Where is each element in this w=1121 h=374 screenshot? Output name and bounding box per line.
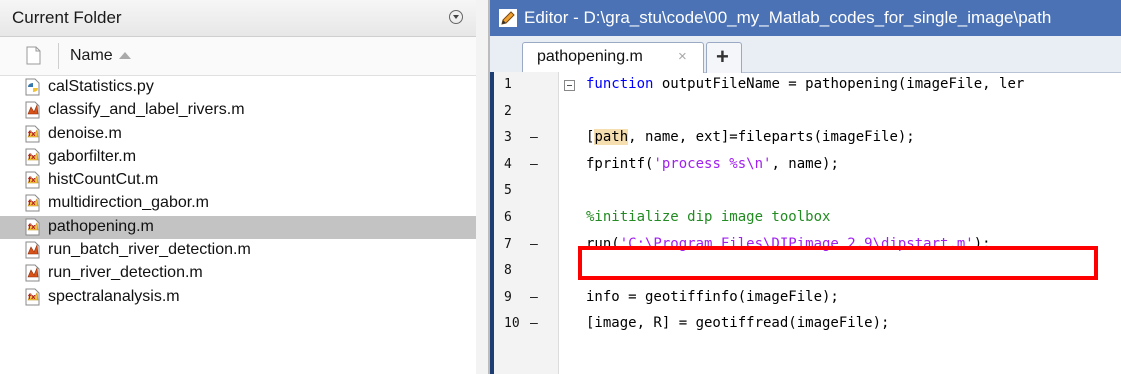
- tab-label: pathopening.m: [537, 48, 643, 65]
- line-number: 10: [504, 316, 520, 332]
- matlab-script-icon: [25, 101, 40, 119]
- breakpoint-marker[interactable]: –: [530, 157, 538, 172]
- matlab-function-icon: fx: [25, 171, 40, 189]
- code-text: [path, name, ext]=fileparts(imageFile);: [586, 129, 915, 146]
- line-number: 1: [504, 77, 512, 92]
- breakpoint-marker[interactable]: –: [530, 290, 538, 305]
- breakpoint-marker[interactable]: –: [530, 316, 538, 331]
- name-column-label: Name: [70, 47, 113, 64]
- file-name: denoise.m: [48, 124, 122, 142]
- matlab-function-icon: fx: [25, 288, 40, 306]
- code-line[interactable]: 5: [490, 178, 1121, 205]
- close-tab-icon[interactable]: ×: [678, 48, 687, 65]
- file-name: histCountCut.m: [48, 171, 159, 189]
- current-folder-panel: Current Folder Name calStatistics.py clas…: [0, 0, 476, 374]
- file-name: run_batch_river_detection.m: [48, 241, 251, 259]
- file-name: gaborfilter.m: [48, 147, 137, 165]
- code-line[interactable]: 6 %initialize dip image toolbox: [490, 205, 1121, 232]
- breakpoint-marker[interactable]: –: [530, 130, 538, 145]
- svg-text:fx: fx: [28, 199, 36, 207]
- code-line[interactable]: 1 function outputFileName = pathopening(i…: [490, 72, 1121, 99]
- file-list-item[interactable]: fx histCountCut.m: [0, 169, 476, 192]
- current-folder-header: Current Folder: [0, 0, 476, 37]
- plus-icon: +: [716, 44, 729, 69]
- editor-title-bar: Editor - D:\gra_stu\code\00_my_Matlab_co…: [490, 0, 1121, 36]
- document-icon: [26, 46, 41, 65]
- file-list-item[interactable]: fx gaborfilter.m: [0, 146, 476, 169]
- code-line[interactable]: 9 – info = geotiffinfo(imageFile);: [490, 285, 1121, 312]
- code-text: info = geotiffinfo(imageFile);: [586, 288, 839, 305]
- matlab-function-icon: fx: [25, 125, 40, 143]
- file-list-item[interactable]: fx spectralanalysis.m: [0, 286, 476, 309]
- name-column-header[interactable]: Name: [70, 47, 131, 65]
- code-text: function outputFileName = pathopening(im…: [586, 76, 1025, 92]
- line-number: 3: [504, 130, 512, 146]
- line-number: 4: [504, 156, 512, 172]
- line-number: 5: [504, 183, 512, 199]
- column-header: Name: [0, 37, 476, 76]
- current-folder-title: Current Folder: [12, 8, 122, 27]
- sort-ascending-icon: [118, 52, 131, 60]
- editor-pencil-icon: [499, 9, 517, 27]
- line-number: 6: [504, 209, 512, 225]
- matlab-function-icon: fx: [25, 194, 40, 212]
- file-list-item[interactable]: fx pathopening.m: [0, 215, 476, 240]
- file-name: multidirection_gabor.m: [48, 194, 209, 212]
- column-divider: [58, 43, 59, 69]
- code-fold-icon[interactable]: [564, 80, 575, 91]
- line-number: 8: [504, 263, 512, 279]
- code-line[interactable]: 3 – [path, name, ext]=fileparts(imageFile)…: [490, 125, 1121, 152]
- code-line[interactable]: 4 – fprintf('process %s\n', name);: [490, 152, 1121, 179]
- breakpoint-marker[interactable]: –: [530, 237, 538, 252]
- svg-text:fx: fx: [28, 130, 36, 138]
- highlight-box: [578, 246, 1098, 280]
- svg-text:fx: fx: [28, 176, 36, 184]
- matlab-function-icon: fx: [25, 218, 40, 236]
- svg-text:fx: fx: [28, 293, 36, 301]
- svg-text:fx: fx: [28, 153, 36, 161]
- line-number: 2: [504, 103, 512, 119]
- line-number: 7: [504, 236, 512, 252]
- code-text: %initialize dip image toolbox: [586, 208, 831, 225]
- file-list-item[interactable]: run_batch_river_detection.m: [0, 239, 476, 262]
- file-list-item[interactable]: fx denoise.m: [0, 123, 476, 146]
- file-list-item[interactable]: run_river_detection.m: [0, 262, 476, 285]
- file-name: run_river_detection.m: [48, 264, 203, 282]
- panel-actions-icon[interactable]: [449, 10, 463, 24]
- file-list-item[interactable]: calStatistics.py: [0, 76, 476, 99]
- file-name: spectralanalysis.m: [48, 287, 180, 305]
- file-name: classify_and_label_rivers.m: [48, 101, 245, 119]
- file-list-item[interactable]: classify_and_label_rivers.m: [0, 99, 476, 122]
- svg-text:fx: fx: [28, 223, 36, 231]
- panel-splitter[interactable]: [476, 0, 490, 374]
- matlab-script-icon: [25, 241, 40, 259]
- file-list: calStatistics.py classify_and_label_river…: [0, 76, 476, 309]
- code-area[interactable]: 1 function outputFileName = pathopening(i…: [490, 72, 1121, 338]
- matlab-function-icon: fx: [25, 148, 40, 166]
- new-tab-button[interactable]: +: [706, 42, 742, 73]
- file-name: calStatistics.py: [48, 78, 154, 95]
- editor-panel: Editor - D:\gra_stu\code\00_my_Matlab_co…: [490, 0, 1121, 374]
- code-line[interactable]: 2: [490, 99, 1121, 126]
- tab-pathopening[interactable]: pathopening.m ×: [522, 42, 704, 73]
- python-file-icon: [25, 78, 40, 96]
- code-line[interactable]: 10– [image, R] = geotiffread(imageFile);: [490, 311, 1121, 338]
- code-text: fprintf('process %s\n', name);: [586, 155, 839, 172]
- file-list-item[interactable]: fx multidirection_gabor.m: [0, 192, 476, 215]
- matlab-script-icon: [25, 264, 40, 282]
- code-text: [image, R] = geotiffread(imageFile);: [586, 315, 890, 332]
- line-number: 9: [504, 289, 512, 305]
- file-name: pathopening.m: [48, 217, 154, 235]
- editor-title: Editor - D:\gra_stu\code\00_my_Matlab_co…: [524, 8, 1052, 27]
- editor-tab-strip: pathopening.m × +: [490, 36, 1121, 73]
